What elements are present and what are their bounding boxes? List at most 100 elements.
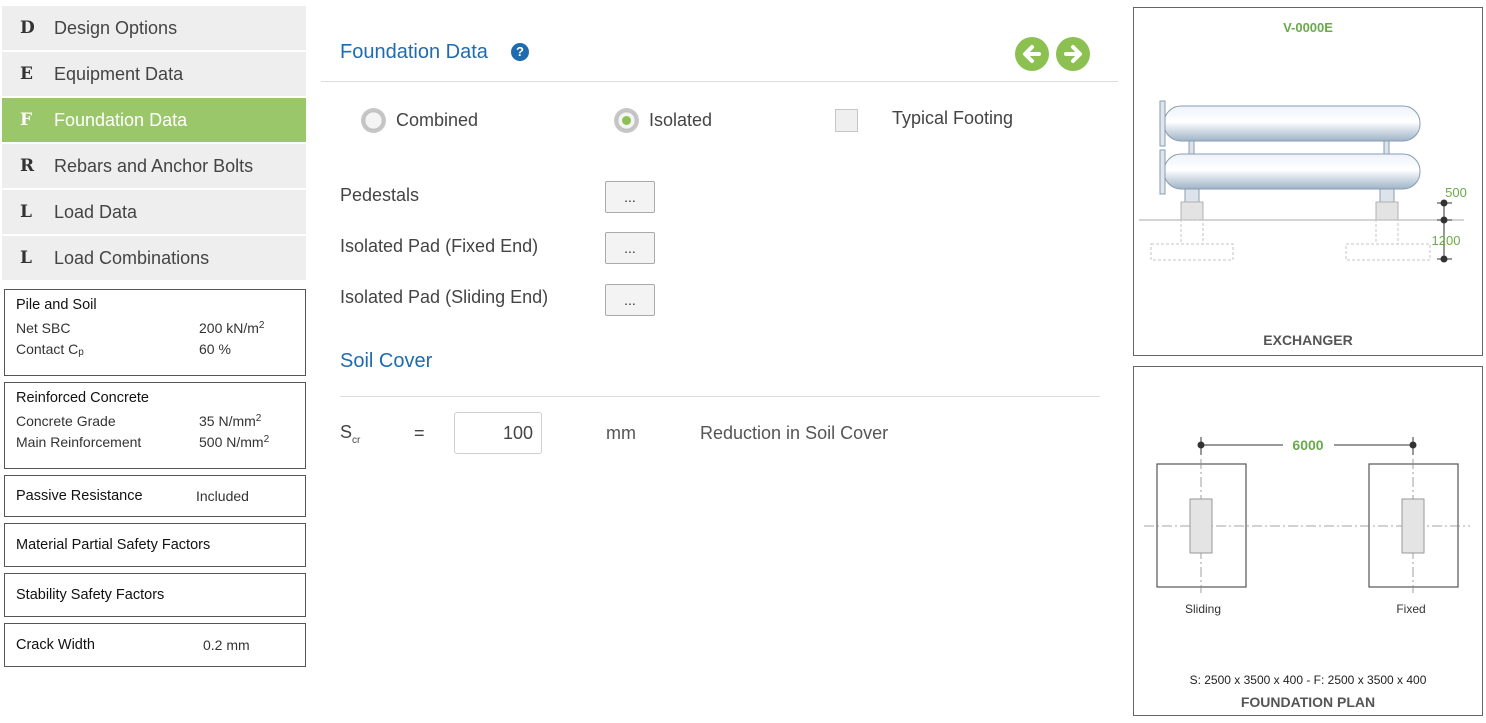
exchanger-flange-lower xyxy=(1159,149,1166,195)
contact-value: 60 % xyxy=(199,341,231,357)
nav-label: Equipment Data xyxy=(54,63,184,84)
contact-label: Contact Cp xyxy=(16,339,199,360)
exchanger-caption: EXCHANGER xyxy=(1263,332,1352,348)
footing-right-buried xyxy=(1345,243,1431,261)
panel-stability-safety-factors[interactable]: Stability Safety Factors xyxy=(4,573,306,617)
fixed-label: Fixed xyxy=(1396,602,1425,616)
pedestal-left xyxy=(1180,201,1204,221)
net-sbc-exponent: 2 xyxy=(258,320,265,331)
panel-passive-resistance[interactable]: Passive Resistance Included xyxy=(4,475,306,517)
panel-reinforced-concrete[interactable]: Reinforced Concrete Concrete Grade 35 N/… xyxy=(4,382,306,469)
main-reinforcement-number: 500 N/mm xyxy=(199,434,264,450)
panel-title: Passive Resistance xyxy=(16,488,143,504)
radio-combined[interactable]: Combined xyxy=(361,108,478,133)
concrete-grade-row: Concrete Grade 35 N/mm2 xyxy=(16,411,294,432)
nav-load-combinations[interactable]: L Load Combinations xyxy=(2,236,306,280)
help-icon[interactable]: ? xyxy=(511,43,529,61)
radio-isolated-label: Isolated xyxy=(649,110,713,130)
concrete-grade-value: 35 N/mm2 xyxy=(199,411,261,432)
radio-isolated-circle xyxy=(614,108,639,133)
main-reinforcement-value: 500 N/mm2 xyxy=(199,432,269,453)
soil-cover-unit: mm xyxy=(606,423,636,443)
pedestal-right xyxy=(1375,201,1399,221)
foundation-plan-caption: FOUNDATION PLAN xyxy=(1241,694,1375,710)
nav-letter: F xyxy=(20,110,33,130)
nav-label: Design Options xyxy=(54,17,178,38)
soil-cover-title: Soil Cover xyxy=(340,350,433,372)
concrete-grade-exponent: 2 xyxy=(255,413,262,424)
foundation-plan-diagram: 6000 Sliding Fixed S: 2500 x 3500 x 400 … xyxy=(1133,366,1483,716)
contact-row: Contact Cp 60 % xyxy=(16,339,294,360)
exchanger-drawing: V-0000E 500 1200 EXCHANGER xyxy=(1139,20,1467,348)
crack-row: Crack Width 0.2 mm xyxy=(16,624,294,666)
dimension-node xyxy=(1440,216,1448,224)
previous-button[interactable] xyxy=(1015,37,1049,71)
nav-load-data[interactable]: L Load Data xyxy=(2,190,306,234)
pedestal-height-dimension: 500 xyxy=(1445,185,1467,200)
scr-label: Scr xyxy=(340,422,361,446)
net-sbc-label: Net SBC xyxy=(16,320,71,336)
arrow-left-icon xyxy=(1023,45,1041,63)
nav-label: Rebars and Anchor Bolts xyxy=(54,155,254,176)
panel-crack-width[interactable]: Crack Width 0.2 mm xyxy=(4,623,306,667)
radio-combined-label: Combined xyxy=(396,110,479,130)
pedestals-button[interactable]: ... xyxy=(605,181,655,213)
equals-sign: = xyxy=(414,423,425,443)
footing-depth-dimension: 1200 xyxy=(1432,233,1461,248)
footing-spacing-dimension: 6000 xyxy=(1292,437,1323,453)
soil-cover-input[interactable] xyxy=(454,412,542,454)
isolated-pad-fixed-button[interactable]: ... xyxy=(605,232,655,264)
net-sbc-number: 200 kN/m xyxy=(199,320,259,336)
nav-letter: E xyxy=(20,64,33,84)
next-button[interactable] xyxy=(1056,37,1090,71)
nav-label: Load Combinations xyxy=(54,247,210,268)
net-sbc-row: Net SBC 200 kN/m2 xyxy=(16,318,294,339)
panel-title: Stability Safety Factors xyxy=(16,587,165,603)
panel-title: Material Partial Safety Factors xyxy=(16,537,211,553)
passive-value: Included xyxy=(196,488,249,504)
dimension-node xyxy=(1440,255,1448,263)
panel-material-safety-factors[interactable]: Material Partial Safety Factors xyxy=(4,523,306,567)
footing-left-buried xyxy=(1150,243,1234,261)
nav-rebars-anchor-bolts[interactable]: R Rebars and Anchor Bolts xyxy=(2,144,306,188)
title-divider xyxy=(321,81,1118,82)
panel-pile-soil[interactable]: Pile and Soil Net SBC 200 kN/m2 Contact … xyxy=(4,289,306,376)
pedestal-left-buried xyxy=(1180,219,1204,245)
soil-cover-description: Reduction in Soil Cover xyxy=(700,423,889,443)
arrow-right-icon xyxy=(1064,45,1082,63)
nav-design-options[interactable]: D Design Options xyxy=(2,6,306,50)
concrete-grade-label: Concrete Grade xyxy=(16,413,116,429)
shell-spacer-right xyxy=(1383,140,1390,155)
scr-subscript: cr xyxy=(352,435,361,446)
saddle-right xyxy=(1379,188,1395,203)
dimension-node xyxy=(1197,441,1205,449)
page-title: Foundation Data xyxy=(340,41,488,63)
pedestal-right-buried xyxy=(1375,219,1399,245)
radio-isolated[interactable]: Isolated xyxy=(614,108,712,133)
footing-size-summary: S: 2500 x 3500 x 400 - F: 2500 x 3500 x … xyxy=(1190,673,1427,687)
exchanger-diagram: V-0000E 500 1200 EXCHANGER xyxy=(1133,7,1483,356)
exchanger-shell-upper xyxy=(1163,105,1421,142)
typical-footing-checkbox[interactable] xyxy=(835,109,858,132)
radio-combined-circle xyxy=(361,108,386,133)
foundation-plan-drawing: 6000 Sliding Fixed S: 2500 x 3500 x 400 … xyxy=(1144,437,1470,710)
panel-title: Pile and Soil xyxy=(16,297,97,313)
shell-spacer-left xyxy=(1188,140,1195,155)
equipment-tag: V-0000E xyxy=(1283,20,1333,35)
nav-letter: L xyxy=(20,248,32,268)
nav-equipment-data[interactable]: E Equipment Data xyxy=(2,52,306,96)
nav-letter: R xyxy=(20,156,35,176)
material-row: Material Partial Safety Factors xyxy=(16,524,294,566)
net-sbc-value: 200 kN/m2 xyxy=(199,318,264,339)
concrete-grade-number: 35 N/mm xyxy=(199,413,256,429)
nav-label: Load Data xyxy=(54,201,138,222)
contact-label-text: Contact C xyxy=(16,341,79,357)
pedestal-sliding xyxy=(1189,498,1213,554)
pedestals-label: Pedestals xyxy=(340,185,420,205)
pedestal-fixed xyxy=(1401,498,1425,554)
stability-row: Stability Safety Factors xyxy=(16,574,294,616)
panel-title: Crack Width xyxy=(16,637,95,653)
passive-row: Passive Resistance Included xyxy=(16,476,294,516)
isolated-pad-sliding-button[interactable]: ... xyxy=(605,284,655,316)
nav-foundation-data[interactable]: F Foundation Data xyxy=(2,98,306,142)
